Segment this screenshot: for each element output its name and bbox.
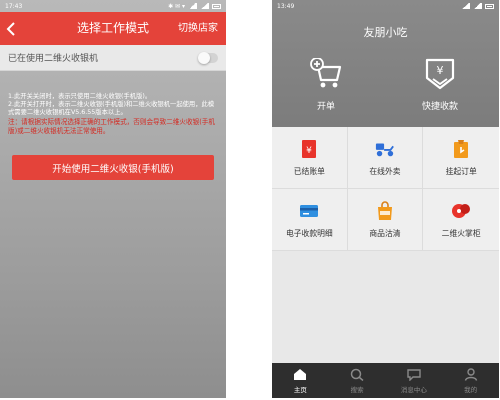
toggle-knob <box>198 51 210 64</box>
message-icon <box>407 368 421 381</box>
quick-pay-label: 快捷收款 <box>421 102 458 112</box>
manager-icon <box>451 201 471 221</box>
screenshot-stage: 17:43 ✱ ✉ ▾ 选择工作模式 切换店家 已在使用二维火收银机 1.此开关… <box>0 0 500 400</box>
battery-icon <box>212 3 221 9</box>
work-mode-screen: 17:43 ✱ ✉ ▾ 选择工作模式 切换店家 已在使用二维火收银机 1.此开关… <box>0 0 226 398</box>
status-time: 17:43 <box>5 2 23 10</box>
tab-home[interactable]: 主页 <box>272 363 329 398</box>
sold-out-bag-icon <box>375 200 395 221</box>
back-button[interactable] <box>0 12 22 45</box>
grid-item-pending-orders[interactable]: 挂起订单 <box>423 127 499 189</box>
function-grid: ¥ 已结账单 在线外卖 挂起订单 电子收款明细 商品沽清 二维火掌柜 <box>272 127 499 251</box>
open-order-label: 开单 <box>316 102 335 112</box>
back-arrow-icon <box>6 21 15 36</box>
grid-item-label: 电子收款明细 <box>285 228 333 238</box>
tab-search[interactable]: 搜索 <box>329 363 386 398</box>
mode-description: 1.此开关关闭时，表示只使用二维火收银(手机版)。 2.此开关打开时，表示二维火… <box>8 93 218 117</box>
grid-item-sold-out[interactable]: 商品沽清 <box>347 189 424 251</box>
search-icon <box>350 368 364 381</box>
cart-add-icon <box>310 57 342 88</box>
tab-profile[interactable]: 我的 <box>442 363 499 398</box>
status-bar: 17:43 ✱ ✉ ▾ <box>0 0 226 12</box>
pending-order-icon <box>451 139 471 159</box>
card-payment-icon <box>299 201 319 221</box>
grid-item-label: 二维火掌柜 <box>441 228 481 238</box>
description-line-2: 2.此开关打开时，表示二维火收银(手机版)和二维火收银机一起使用，此模式需要二维… <box>8 101 215 116</box>
cashier-toggle-row: 已在使用二维火收银机 <box>0 45 226 71</box>
home-icon <box>294 368 307 380</box>
tab-label: 消息中心 <box>400 385 427 394</box>
grid-item-label: 商品沽清 <box>369 228 401 238</box>
status-bar: 13:49 <box>272 0 499 12</box>
quick-pay-button[interactable]: ¥ 快捷收款 <box>400 58 480 112</box>
signal-icon <box>473 3 482 9</box>
warning-note: 注：请根据实际情况选择正确的工作模式，否则会导致二维火收银(手机版)或二维火收银… <box>8 118 215 135</box>
nav-bar: 选择工作模式 切换店家 <box>0 12 226 45</box>
store-header: 13:49 友朋小吃 开单 ¥ 快捷收款 <box>272 0 499 127</box>
signal-icon <box>200 3 209 9</box>
grid-item-settled-bills[interactable]: ¥ 已结账单 <box>272 127 348 189</box>
quick-pay-icon: ¥ <box>425 58 455 90</box>
status-time: 13:49 <box>277 2 295 10</box>
grid-item-online-delivery[interactable]: 在线外卖 <box>347 127 424 189</box>
svg-text:¥: ¥ <box>437 64 444 77</box>
svg-text:¥: ¥ <box>306 146 312 156</box>
profile-icon <box>464 367 477 381</box>
grid-item-label: 挂起订单 <box>445 166 477 176</box>
empty-content-area <box>272 251 499 363</box>
grid-item-e-payment-details[interactable]: 电子收款明细 <box>272 189 348 251</box>
bottom-tab-bar: 主页 搜索 消息中心 我的 <box>272 363 499 398</box>
grid-item-manager[interactable]: 二维火掌柜 <box>423 189 499 251</box>
signal-icon <box>461 3 470 9</box>
tab-messages[interactable]: 消息中心 <box>386 363 443 398</box>
store-home-screen: 13:49 友朋小吃 开单 ¥ 快捷收款 ¥ 已结账单 在线外卖 挂起订单 电子… <box>272 0 499 398</box>
tab-label: 主页 <box>293 385 307 394</box>
grid-item-label: 在线外卖 <box>369 166 401 176</box>
open-order-button[interactable]: 开单 <box>286 57 366 112</box>
cashier-toggle-switch[interactable] <box>198 51 218 64</box>
store-name: 友朋小吃 <box>363 26 408 39</box>
status-indicators <box>461 3 494 9</box>
start-using-button[interactable]: 开始使用二维火收银(手机版) <box>12 155 214 180</box>
battery-icon <box>485 3 494 9</box>
grid-item-label: 已结账单 <box>293 166 325 176</box>
delivery-scooter-icon <box>375 139 395 159</box>
status-indicators: ✱ ✉ ▾ <box>168 3 221 10</box>
signal-icon <box>188 3 197 9</box>
switch-store-button[interactable]: 切换店家 <box>178 12 218 45</box>
tab-label: 搜索 <box>350 385 364 394</box>
status-icons: ✱ ✉ ▾ <box>168 2 185 10</box>
cashier-toggle-label: 已在使用二维火收银机 <box>8 54 99 64</box>
tab-label: 我的 <box>464 385 478 394</box>
settled-bill-icon: ¥ <box>299 139 319 159</box>
description-line-1: 1.此开关关闭时，表示只使用二维火收银(手机版)。 <box>8 93 152 100</box>
